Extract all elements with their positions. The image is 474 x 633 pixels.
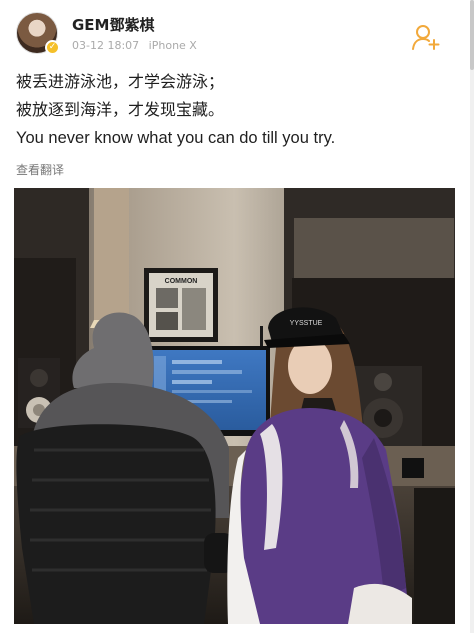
post-image[interactable]: COMMON YYSSTUE [14,188,455,624]
verified-badge-icon: ✓ [45,40,60,55]
studio-photo: COMMON YYSSTUE [14,188,455,624]
post-date: 03-12 18:07 [72,39,140,52]
post-text: 被丢进游泳池，才学会游泳； 被放逐到海洋，才发现宝藏。 You never kn… [16,68,456,152]
scrollbar-thumb[interactable] [470,0,474,70]
post-text-line: 被丢进游泳池，才学会游泳； [16,72,225,91]
post-device: iPhone X [148,39,197,52]
cap-text: YYSSTUE [290,320,323,327]
post-text-line: 被放逐到海洋，才发现宝藏。 [16,100,225,119]
post-meta: 03-12 18:07 iPhone X [72,39,197,52]
poster-title: COMMON [165,278,198,285]
post-header: ✓ GEM鄧紫棋 03-12 18:07 iPhone X [0,0,474,62]
scrollbar[interactable] [470,0,474,633]
add-user-icon [412,25,440,50]
translate-link[interactable]: 查看翻译 [16,161,64,178]
follow-button[interactable] [412,24,440,50]
post-text-line: You never know what you can do till you … [16,129,336,147]
username[interactable]: GEM鄧紫棋 [72,14,155,35]
